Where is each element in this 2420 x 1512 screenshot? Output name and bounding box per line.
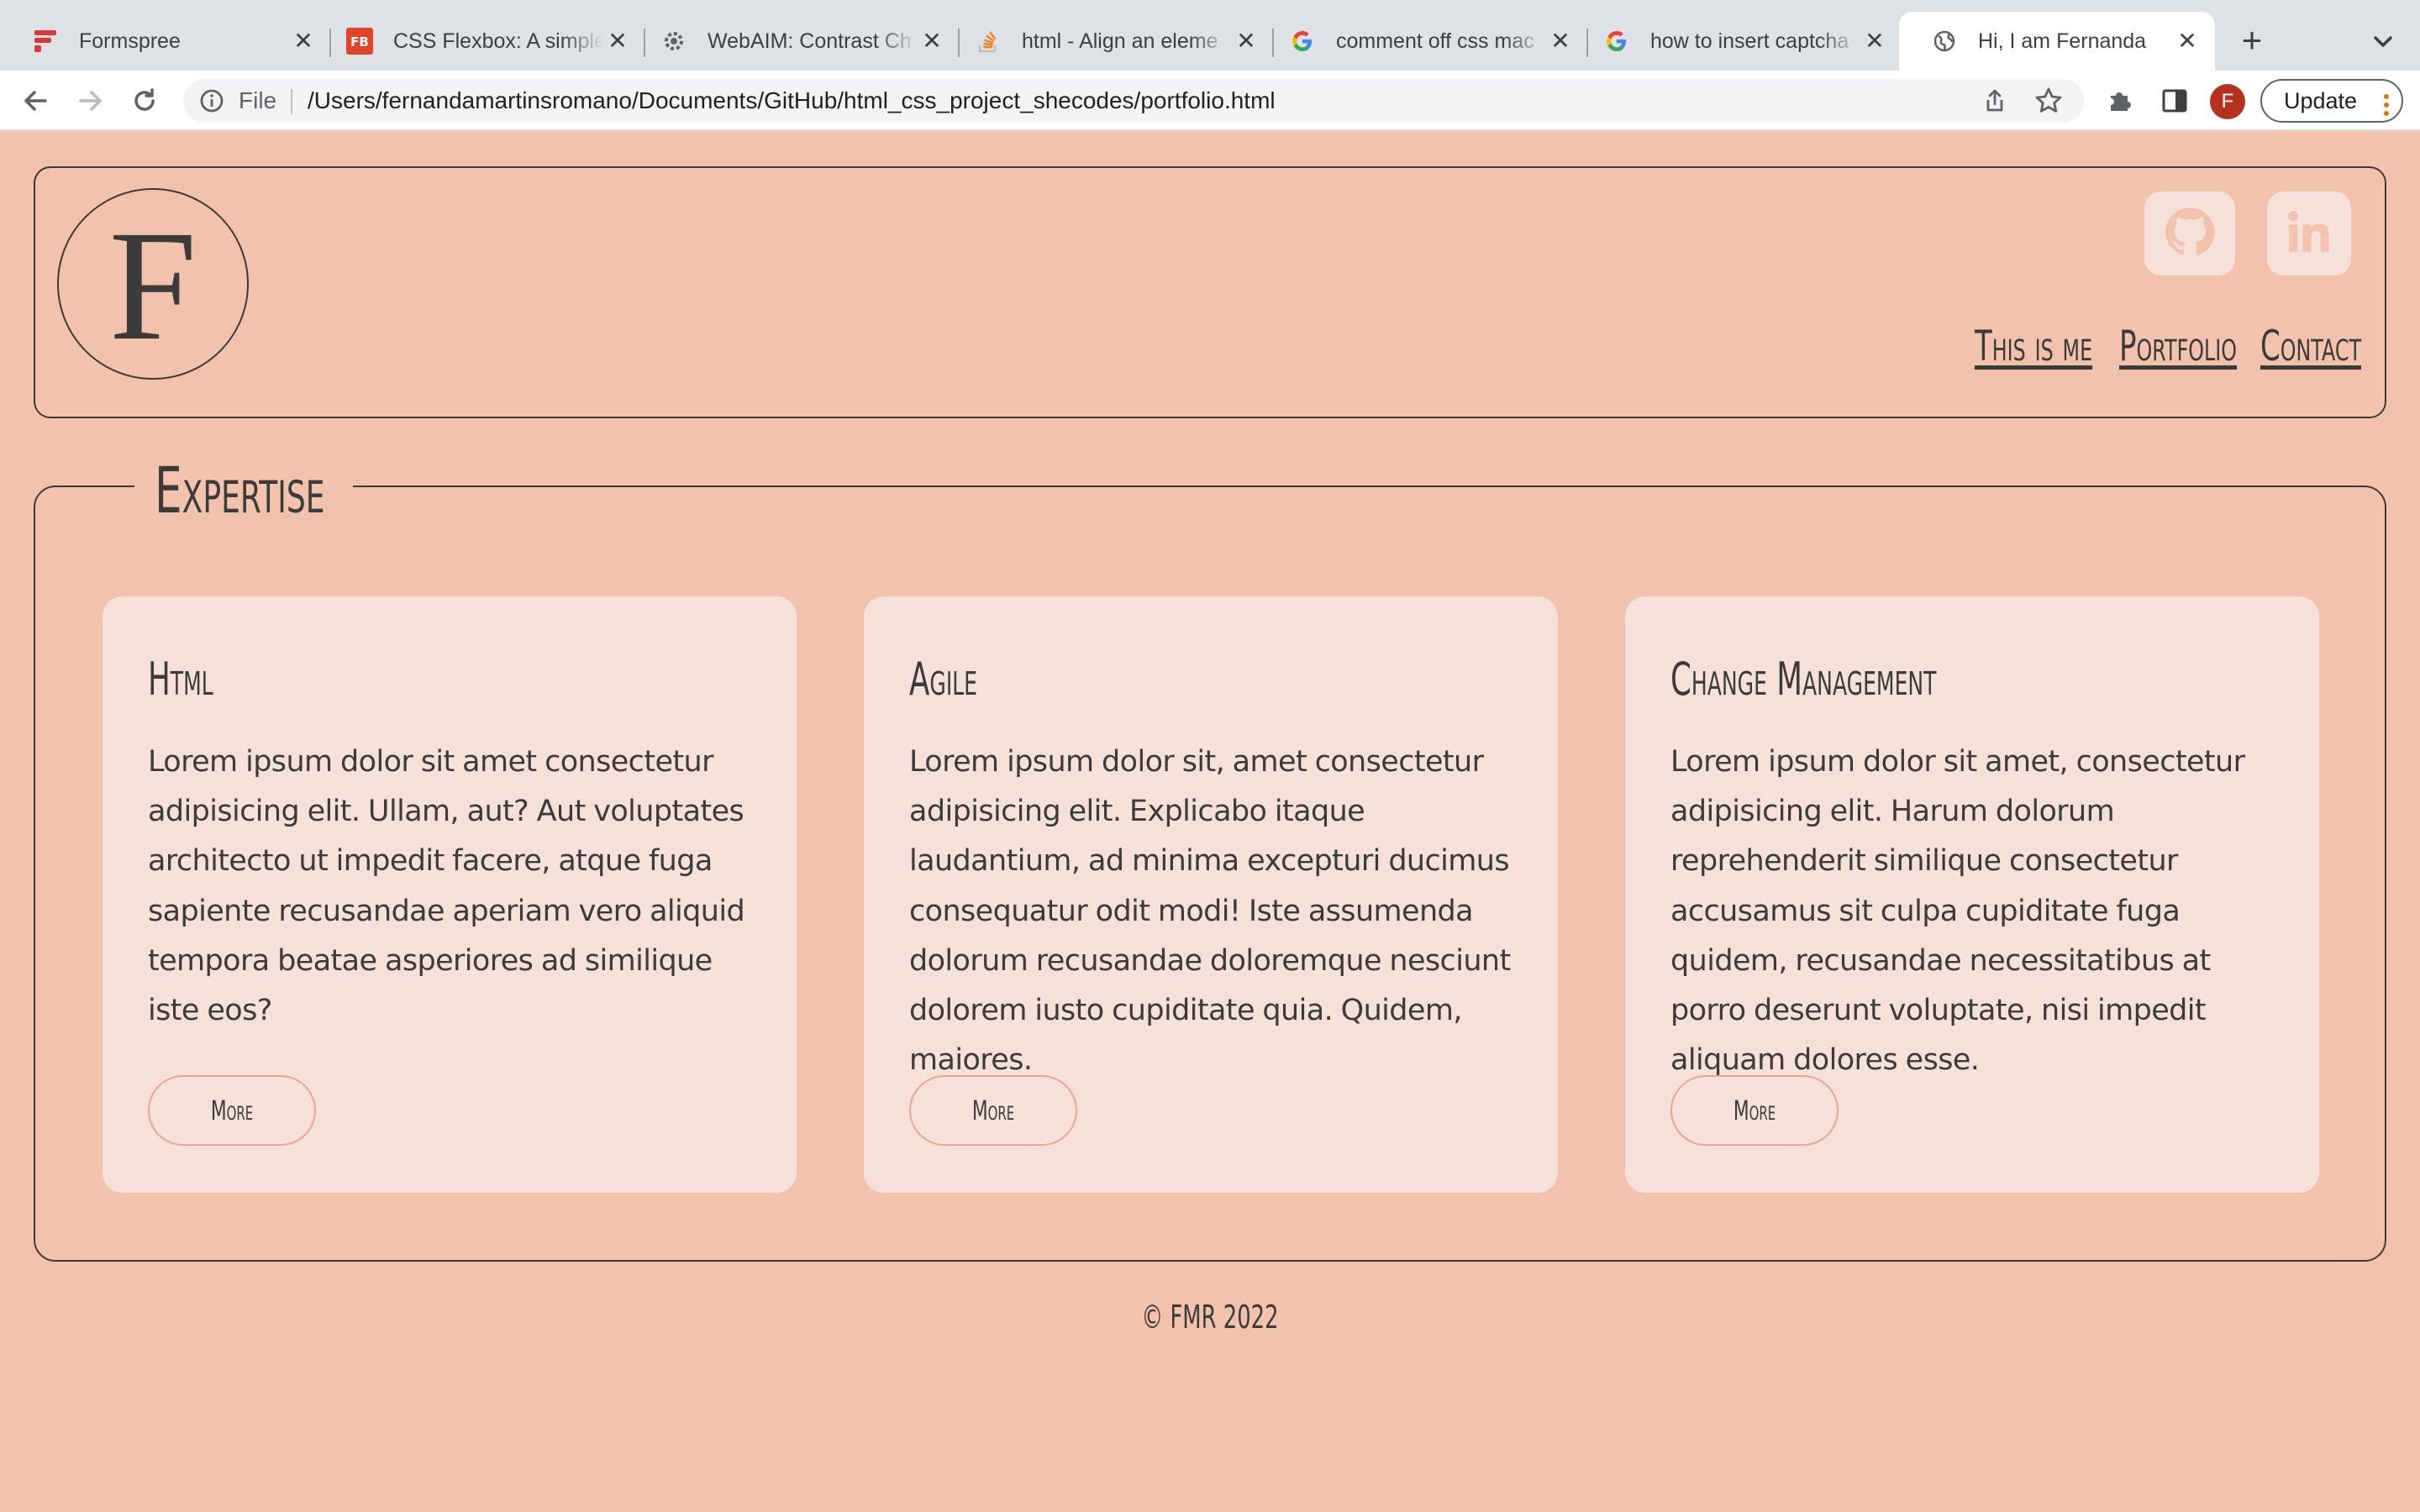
card-title: Agile (909, 653, 978, 706)
stackoverflow-icon (975, 28, 1002, 55)
more-button[interactable]: More (148, 1075, 316, 1146)
close-icon[interactable]: ✕ (1860, 27, 1889, 55)
card-text: Lorem ipsum dolor sit, amet consectetur … (909, 745, 1511, 1078)
expertise-card-change-management: Change Management Lorem ipsum dolor sit … (1625, 596, 2319, 1193)
svg-text:FB: FB (350, 34, 369, 50)
tab-google-search-2[interactable]: how to insert captcha ✕ (1571, 12, 1902, 71)
reload-icon[interactable] (126, 82, 163, 119)
more-vert-icon[interactable] (2383, 89, 2390, 116)
github-icon (2165, 207, 2215, 261)
tab-google-search-1[interactable]: comment off css mac ✕ (1257, 12, 1588, 71)
tab-title: html - Align an eleme (1022, 29, 1218, 53)
site-header: F This is me Portfolio Contact (34, 166, 2386, 418)
extensions-puzzle-icon[interactable] (2101, 82, 2138, 119)
nav-this-is-me[interactable]: This is me (1975, 322, 2092, 372)
tab-webaim[interactable]: WebAIM: Contrast Ch ✕ (629, 12, 960, 71)
new-tab-icon[interactable]: + (2235, 23, 2269, 58)
close-icon[interactable]: ✕ (1546, 27, 1575, 55)
card-title: Html (148, 653, 213, 706)
google-icon (1289, 28, 1316, 55)
profile-avatar[interactable]: F (2210, 84, 2245, 119)
url-text[interactable]: /Users/fernandamartinsromano/Documents/G… (308, 87, 1276, 114)
site-footer: © FMR 2022 (0, 1299, 2420, 1336)
info-icon[interactable] (198, 87, 225, 114)
nav-link-this-is-me[interactable]: This is me (1975, 322, 2092, 370)
tab-portfolio-active[interactable]: Hi, I am Fernanda ✕ (1899, 12, 2215, 71)
section-title: Expertise (155, 453, 325, 528)
chevron-down-icon[interactable] (2366, 25, 2400, 59)
nav-link-portfolio[interactable]: Portfolio (2119, 322, 2237, 370)
expertise-card-agile: Agile Lorem ipsum dolor sit, amet consec… (864, 596, 1558, 1193)
tab-title: how to insert captcha (1650, 29, 1849, 53)
address-bar[interactable]: File /Users/fernandamartinsromano/Docume… (183, 79, 2084, 123)
tab-stackoverflow[interactable]: html - Align an eleme ✕ (943, 12, 1274, 71)
update-label: Update (2284, 88, 2358, 113)
globe-icon (1931, 28, 1958, 55)
close-icon[interactable]: ✕ (289, 27, 318, 55)
browser-toolbar: File /Users/fernandamartinsromano/Docume… (0, 71, 2420, 131)
more-button-label: More (210, 1095, 254, 1126)
bookmark-star-icon[interactable] (2033, 86, 2064, 116)
share-icon[interactable] (1981, 87, 2008, 114)
update-button[interactable]: Update (2260, 79, 2403, 123)
tab-title: WebAIM: Contrast Ch (708, 29, 912, 53)
forward-arrow-icon[interactable] (72, 82, 109, 119)
tab-title: Formspree (79, 29, 181, 53)
close-icon[interactable]: ✕ (918, 27, 946, 55)
tab-formspree[interactable]: Formspree ✕ (0, 12, 331, 71)
tab-title: CSS Flexbox: A simple (393, 29, 603, 53)
close-icon[interactable]: ✕ (603, 27, 632, 55)
logo[interactable]: F (57, 188, 249, 380)
fb-icon: FB (346, 28, 373, 55)
back-arrow-icon[interactable] (17, 82, 54, 119)
card-title: Change Management (1670, 653, 1937, 706)
close-icon[interactable]: ✕ (1232, 27, 1260, 55)
github-link[interactable] (2144, 192, 2235, 276)
expertise-card-html: Html Lorem ipsum dolor sit amet consecte… (103, 596, 797, 1193)
more-button-label: More (1733, 1095, 1776, 1126)
side-panel-icon[interactable] (2156, 82, 2193, 119)
tab-title: comment off css mac (1336, 29, 1534, 53)
linkedin-link[interactable] (2267, 192, 2351, 276)
nav-link-contact[interactable]: Contact (2260, 322, 2361, 370)
expertise-section: Expertise Html Lorem ipsum dolor sit ame… (34, 457, 2386, 1262)
card-text: Lorem ipsum dolor sit amet, consectetur … (1670, 745, 2245, 1078)
formspree-icon (32, 28, 59, 55)
section-title-wrapper: Expertise (134, 457, 353, 524)
tab-strip: Formspree ✕ FB CSS Flexbox: A simple ✕ W… (0, 0, 2420, 71)
tab-css-flexbox[interactable]: FB CSS Flexbox: A simple ✕ (314, 12, 645, 71)
webaim-icon (660, 28, 687, 55)
card-text: Lorem ipsum dolor sit amet consectetur a… (148, 745, 745, 1028)
google-icon (1603, 28, 1630, 55)
more-button[interactable]: More (909, 1075, 1077, 1146)
copyright-text: © FMR 2022 (1141, 1299, 1279, 1336)
more-button-label: More (971, 1095, 1015, 1126)
tab-title: Hi, I am Fernanda (1978, 29, 2147, 53)
more-button[interactable]: More (1670, 1075, 1839, 1146)
linkedin-icon (2284, 207, 2334, 261)
nav-contact[interactable]: Contact (2260, 322, 2361, 372)
nav-portfolio[interactable]: Portfolio (2119, 322, 2237, 372)
close-icon[interactable]: ✕ (2173, 27, 2202, 55)
scheme-label: File (239, 87, 277, 113)
